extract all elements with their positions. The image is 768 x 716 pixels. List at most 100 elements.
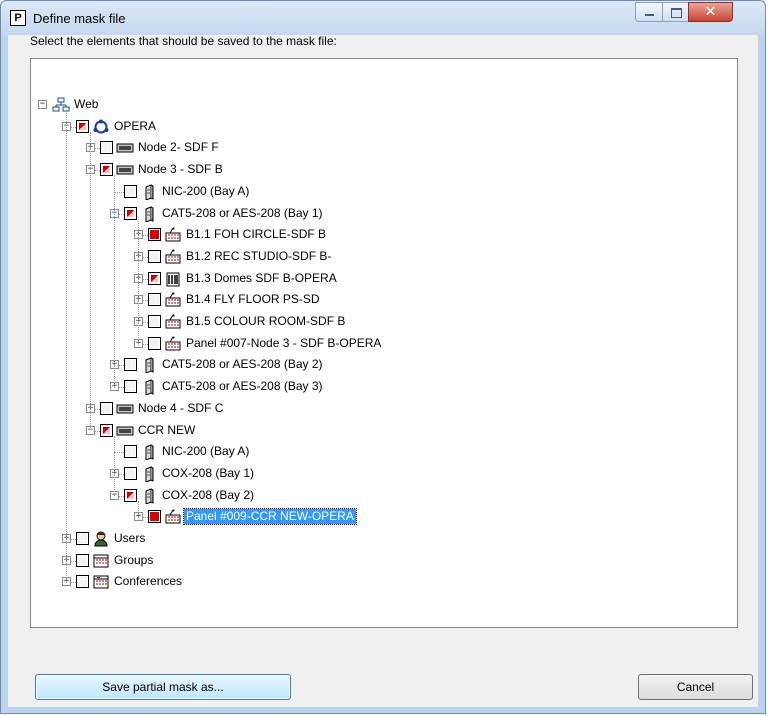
tree-item-checkbox[interactable] [100,141,113,155]
close-button[interactable]: ✕ [688,2,733,22]
tree-item-label: Web [74,97,99,111]
close-icon: ✕ [704,4,717,20]
tree-item[interactable]: + B1.3 Domes SDF B-OPERA [31,269,731,289]
rack-node-icon [116,140,134,156]
tree-item-checkbox[interactable] [100,401,113,415]
tree-item[interactable]: + Conferences [31,572,731,592]
tree-item[interactable]: − COX-208 (Bay 2) [31,486,731,506]
checkbox-mark [150,295,159,305]
tree-item-label: B1.1 FOH CIRCLE-SDF B [186,227,327,242]
ring-node-icon [92,119,110,135]
tree-guide-line [66,110,67,583]
card-icon [140,379,158,396]
card-icon [140,444,158,461]
tree-item-label: B1.4 FLY FLOOR PS-SD [186,292,320,307]
tree-item-label: Conferences [114,574,183,589]
tree-guide-line [90,131,91,431]
tree-item-label: CAT5-208 or AES-208 (Bay 2) [162,357,323,372]
tree-item-checkbox[interactable] [148,510,161,524]
tree-item-checkbox[interactable] [124,358,137,372]
cancel-button[interactable]: Cancel [638,674,753,700]
title-bar[interactable]: P Define mask file ✕ [1,1,765,35]
tree-guide-line [114,175,115,388]
tree-item[interactable]: − Node 3 - SDF B [31,160,731,180]
tree-item-checkbox[interactable] [100,423,113,437]
tree-item-label: B1.5 COLOUR ROOM-SDF B [186,314,346,328]
tree-item[interactable]: + B1.1 FOH CIRCLE-SDF B [31,225,731,245]
tree-item[interactable]: + Users [31,529,731,549]
card-icon [140,466,158,483]
tree-item-checkbox[interactable] [124,380,137,394]
tree-item[interactable]: + B1.5 COLOUR ROOM-SDF B [31,312,731,332]
tree-item[interactable]: + Panel #009-CCR NEW-OPERA [31,507,731,527]
minimize-button[interactable] [635,2,663,22]
tree-item[interactable]: + Node 2- SDF F [31,138,731,158]
tree-item-label: Users [114,531,146,545]
intercom-panel-icon [164,227,182,243]
tree-item[interactable]: + CAT5-208 or AES-208 (Bay 3) [31,377,731,397]
maximize-icon [671,8,682,18]
tree-item-checkbox[interactable] [124,445,137,459]
tree-item-checkbox[interactable] [124,466,137,480]
tree-item[interactable]: − OPERA [31,117,731,137]
tree-item[interactable]: − CCR NEW [31,421,731,441]
checkbox-mark [126,468,135,478]
tree-item[interactable]: + Groups [31,551,731,571]
tree-item[interactable]: NIC-200 (Bay A) [31,442,731,462]
card-icon [140,184,158,201]
checkbox-mark [126,186,135,196]
tree-item-checkbox[interactable] [148,228,161,242]
tree-item-checkbox[interactable] [148,249,161,263]
tree-item-checkbox[interactable] [76,119,89,133]
maximize-button[interactable] [662,2,689,22]
checkbox-mark [103,166,110,174]
checkbox-mark [126,447,135,457]
groups-icon [92,553,110,569]
tree-item[interactable]: + CAT5-208 or AES-208 (Bay 2) [31,355,731,375]
intercom-panel-icon [164,509,182,525]
tree-item-checkbox[interactable] [148,336,161,350]
intercom-panel-icon [164,336,182,352]
tree-item-checkbox[interactable] [76,532,89,545]
tree-item-checkbox[interactable] [148,315,161,328]
tree-item[interactable]: + B1.4 FLY FLOOR PS-SD [31,290,731,310]
collapse-toggle[interactable]: − [38,100,47,109]
checkbox-mark [102,143,111,153]
tree-item-checkbox[interactable] [76,575,89,589]
tree-item-checkbox[interactable] [124,184,137,198]
tree-item-checkbox[interactable] [124,488,137,502]
instructions-label: Select the elements that should be saved… [30,34,337,48]
tree-item[interactable]: + COX-208 (Bay 1) [31,464,731,484]
rack-node-icon [116,162,134,178]
tree-item[interactable]: − CAT5-208 or AES-208 (Bay 1) [31,204,731,224]
checkbox-mark [103,426,110,434]
checkbox-mark [150,251,159,261]
tree-item[interactable]: − Web [31,95,731,115]
checkbox-mark [151,274,158,282]
tree-item-label: NIC-200 (Bay A) [162,444,250,459]
tree-item-label: Panel #007-Node 3 - SDF B-OPERA [186,335,382,350]
save-partial-mask-button[interactable]: Save partial mask as... [35,674,291,700]
tree-item-label: CAT5-208 or AES-208 (Bay 1) [162,205,323,220]
tree-item-label: Node 4 - SDF C [138,400,224,415]
checkbox-mark [78,577,87,587]
rack-node-icon [116,401,134,417]
checkbox-mark [102,403,111,413]
tree-item-checkbox[interactable] [100,163,113,177]
tree-item-checkbox[interactable] [124,206,137,220]
tree-item-checkbox[interactable] [148,293,161,307]
checkbox-mark [150,317,159,326]
checkbox-mark [79,122,86,130]
tree-item-label: COX-208 (Bay 1) [162,465,255,480]
tree-item[interactable]: + Panel #007-Node 3 - SDF B-OPERA [31,334,731,354]
tree-guide-line [138,218,139,344]
app-icon: P [10,10,26,26]
tree-item[interactable]: NIC-200 (Bay A) [31,182,731,202]
tree-item-checkbox[interactable] [76,553,89,567]
tree-item[interactable]: + B1.2 REC STUDIO-SDF B- [31,247,731,267]
tree-item-checkbox[interactable] [148,271,161,285]
network-icon [52,97,70,113]
tree-item[interactable]: + Node 4 - SDF C [31,399,731,419]
element-tree[interactable]: − Web − OPERA + Node 2- SDF F − Node 3 - SDF BN… [30,58,738,628]
checkbox-mark [126,360,135,370]
